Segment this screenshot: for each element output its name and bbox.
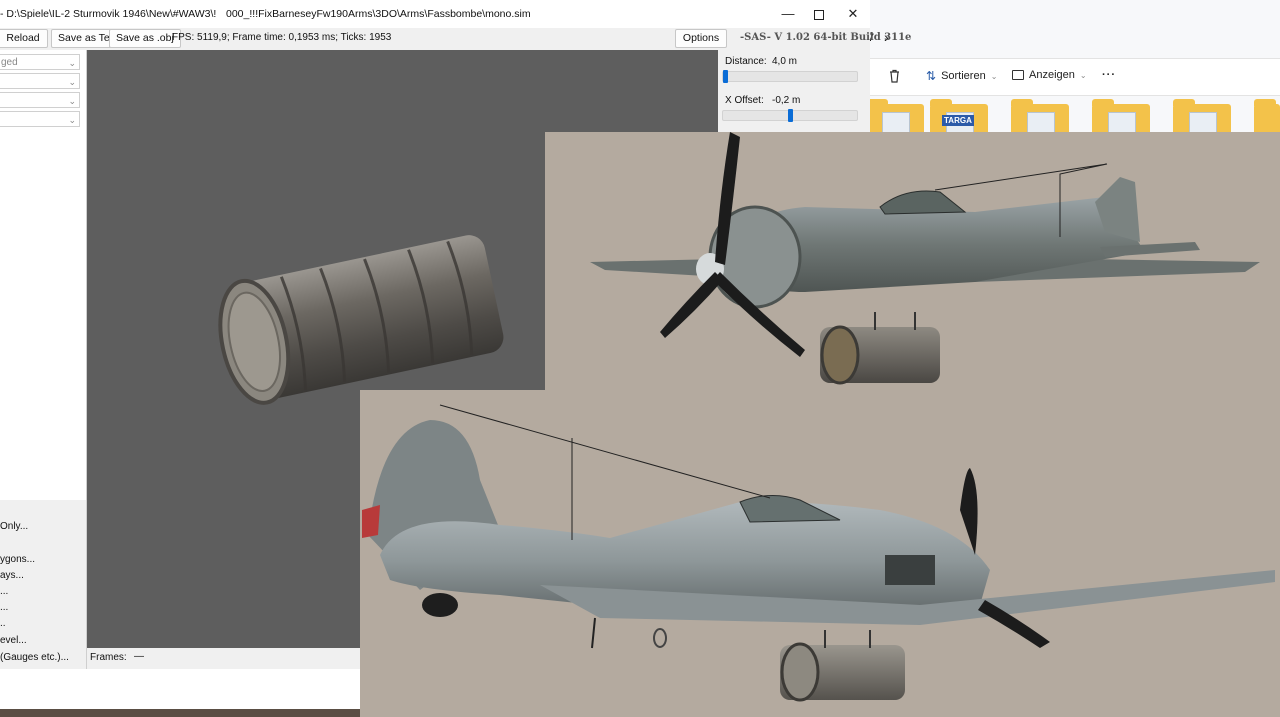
- x-offset-label: X Offset:: [725, 95, 764, 106]
- sort-icon: ⇅: [926, 69, 937, 83]
- x-offset-value: -0,2 m: [772, 95, 801, 106]
- explorer-address-bar: 7 ›: [868, 22, 1280, 56]
- title-bar: - D:\Spiele\IL-2 Sturmovik 1946\New\#WAW…: [0, 0, 870, 28]
- mode-combo[interactable]: ged ⌄: [0, 54, 80, 70]
- view-button[interactable]: Anzeigen ⌄: [1012, 69, 1087, 81]
- close-icon: ✕: [847, 6, 859, 21]
- save-as-obj-button[interactable]: Save as .obj: [109, 29, 181, 48]
- delete-button[interactable]: [888, 69, 901, 83]
- sort-label: Sortieren: [941, 70, 986, 82]
- maximize-button[interactable]: [801, 4, 837, 24]
- menu-item[interactable]: ygons...: [0, 554, 35, 565]
- chevron-down-icon: ⌄: [990, 71, 998, 81]
- menu-item[interactable]: evel...: [0, 635, 27, 646]
- menu-item[interactable]: ...: [0, 602, 8, 613]
- option-combo[interactable]: ⌄: [0, 73, 80, 89]
- menu-item[interactable]: ...: [0, 586, 8, 597]
- view-label: Anzeigen: [1029, 69, 1075, 81]
- distance-label: Distance:: [725, 56, 767, 67]
- slider-thumb[interactable]: [787, 109, 793, 122]
- sas-brand-label: -SAS- V 1.02 64-bit Build 311e: [740, 32, 912, 43]
- options-button[interactable]: Options: [675, 29, 727, 48]
- toolbar: Reload Save as Text Save as .obj FPS: 51…: [0, 28, 911, 50]
- aircraft-render-front: [545, 132, 1280, 390]
- file-explorer-window: 7 › ⇅ Sortieren ⌄ Anzeigen ⌄ ··· TARGA: [866, 0, 1280, 140]
- minimize-icon: —: [781, 6, 795, 21]
- window-title-file: 000_!!!FixBarneseyFw190Arms\3DO\Arms\Fas…: [226, 8, 531, 20]
- chevron-down-icon: ⌄: [68, 77, 76, 87]
- sort-button[interactable]: ⇅ Sortieren ⌄: [926, 69, 997, 83]
- right-settings-panel: Distance: 4,0 m X Offset: -0,2 m: [718, 50, 870, 132]
- chevron-down-icon: ⌄: [1079, 70, 1087, 80]
- explorer-command-bar: ⇅ Sortieren ⌄ Anzeigen ⌄ ···: [868, 58, 1280, 96]
- slider-thumb[interactable]: [723, 70, 728, 83]
- menu-item[interactable]: Only...: [0, 521, 28, 532]
- menu-item[interactable]: (Gauges etc.)...: [0, 652, 69, 663]
- combo-value: ged: [1, 57, 18, 68]
- x-offset-slider[interactable]: [722, 109, 858, 122]
- distance-slider[interactable]: [722, 70, 858, 83]
- frames-bar: Frames: —: [87, 648, 360, 668]
- frames-label: Frames:: [90, 652, 127, 663]
- window-title-path: - D:\Spiele\IL-2 Sturmovik 1946\New\#WAW…: [0, 8, 217, 20]
- left-menu-panel: Only... ygons... ays... ... ... .. evel.…: [0, 500, 86, 670]
- aircraft-render-side: [360, 390, 1280, 717]
- frames-value: —: [134, 651, 144, 662]
- menu-item[interactable]: ays...: [0, 570, 24, 581]
- background-photo-strip: [0, 709, 360, 717]
- maximize-icon: [814, 9, 824, 20]
- fw190-side-view: [362, 404, 1275, 702]
- fps-status: FPS: 5119,9; Frame time: 0,1953 ms; Tick…: [172, 32, 392, 43]
- chevron-down-icon: ⌄: [68, 115, 76, 125]
- more-icon[interactable]: ···: [1102, 69, 1116, 81]
- trash-icon: [890, 69, 899, 83]
- fw190-front-view: [590, 132, 1260, 385]
- targa-label: TARGA: [942, 115, 974, 126]
- option-combo[interactable]: ⌄: [0, 92, 80, 108]
- menu-item[interactable]: ..: [0, 618, 6, 629]
- chevron-down-icon: ⌄: [68, 58, 76, 68]
- option-combo[interactable]: ⌄: [0, 111, 80, 127]
- distance-value: 4,0 m: [772, 56, 798, 67]
- chevron-down-icon: ⌄: [68, 96, 76, 106]
- reload-button[interactable]: Reload: [0, 29, 48, 48]
- close-button[interactable]: ✕: [835, 4, 871, 24]
- status-area: [0, 669, 360, 709]
- monitor-icon: [1012, 70, 1024, 80]
